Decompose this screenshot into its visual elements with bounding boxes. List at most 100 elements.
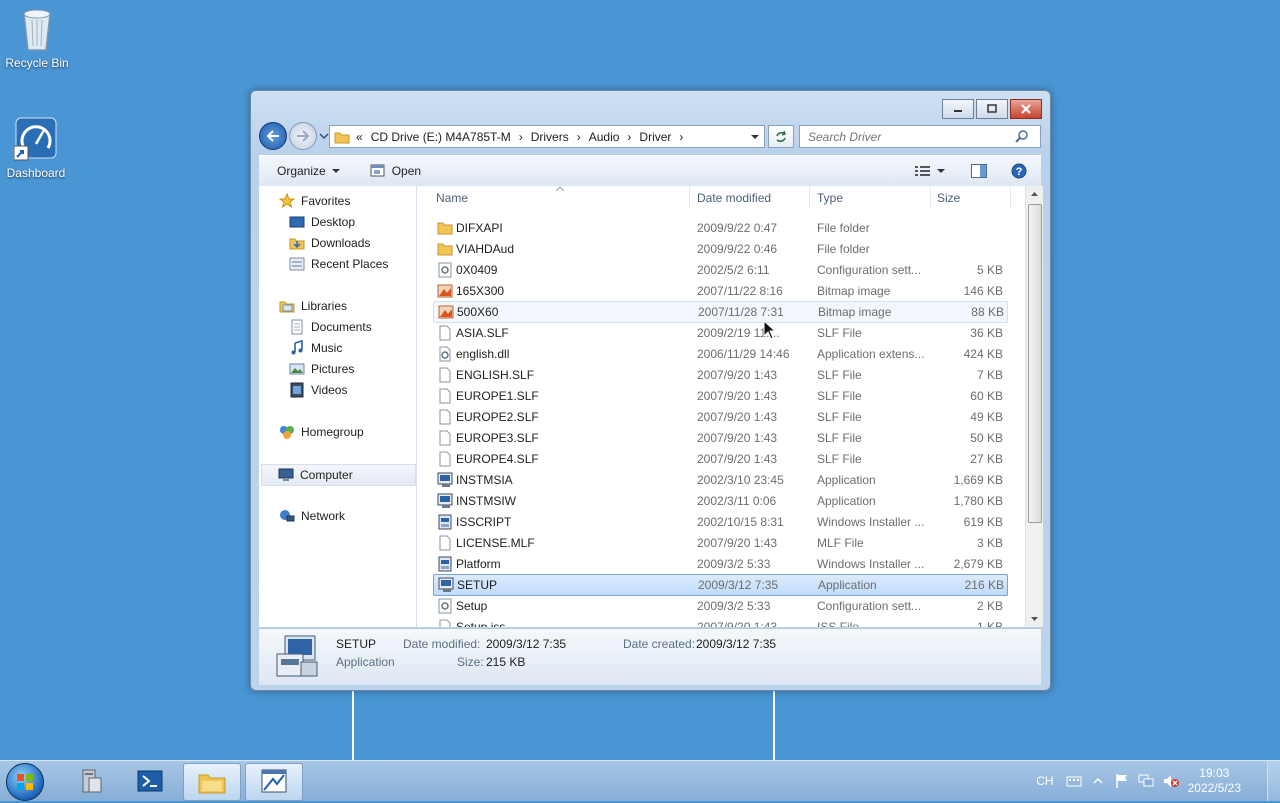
file-row[interactable]: ENGLISH.SLF 2007/9/20 1:43 SLF File 7 KB bbox=[433, 365, 1006, 385]
taskbar-setup-app[interactable] bbox=[245, 763, 303, 801]
search-input[interactable] bbox=[806, 128, 1015, 145]
explorer-window[interactable]: « CD Drive (E:) M4A785T-M › Drivers › Au… bbox=[250, 90, 1051, 691]
breadcrumb-separator[interactable]: › bbox=[679, 130, 683, 144]
clock[interactable]: 19:03 2022/5/23 bbox=[1188, 766, 1241, 796]
nav-item-desktop[interactable]: Desktop bbox=[289, 212, 355, 232]
back-button[interactable] bbox=[259, 122, 287, 150]
file-row[interactable]: Platform 2009/3/2 5:33 Windows Installer .… bbox=[433, 554, 1006, 574]
file-list[interactable]: Name Date modified Type Size DIFXAPI 2009… bbox=[417, 186, 1043, 627]
file-row[interactable]: INSTMSIW 2002/3/11 0:06 Application 1,780 K… bbox=[433, 491, 1006, 511]
navigation-pane: Favorites Desktop Downloads Recent Place… bbox=[259, 186, 417, 627]
file-date-modified: 2007/9/20 1:43 bbox=[697, 536, 778, 550]
taskbar-explorer[interactable] bbox=[183, 763, 241, 801]
show-desktop-button[interactable] bbox=[1267, 761, 1280, 801]
music-icon bbox=[291, 340, 303, 355]
action-center-flag-icon[interactable] bbox=[1114, 773, 1130, 789]
file-row[interactable]: DIFXAPI 2009/9/22 0:47 File folder bbox=[433, 218, 1006, 238]
nav-item-music[interactable]: Music bbox=[289, 338, 342, 358]
nav-item-downloads[interactable]: Downloads bbox=[289, 233, 370, 253]
nav-item-network[interactable]: Network bbox=[279, 506, 345, 526]
scroll-up-icon[interactable] bbox=[1026, 188, 1043, 200]
close-button[interactable] bbox=[1010, 99, 1042, 119]
breadcrumb-item[interactable]: Audio bbox=[589, 130, 620, 144]
folder-icon bbox=[334, 132, 350, 143]
column-separator[interactable] bbox=[809, 186, 810, 208]
column-header-date[interactable]: Date modified bbox=[697, 191, 771, 205]
file-row[interactable]: VIAHDAud 2009/9/22 0:46 File folder bbox=[433, 239, 1006, 259]
file-name: LICENSE.MLF bbox=[456, 536, 535, 550]
column-header-name[interactable]: Name bbox=[436, 191, 468, 205]
details-pane: SETUP Application Date modified: 2009/3/… bbox=[259, 628, 1041, 685]
nav-item-homegroup[interactable]: Homegroup bbox=[279, 422, 364, 442]
recent-pages-dropdown-icon[interactable] bbox=[319, 132, 329, 140]
file-row[interactable]: EUROPE2.SLF 2007/9/20 1:43 SLF File 49 KB bbox=[433, 407, 1006, 427]
column-separator[interactable] bbox=[689, 186, 690, 208]
file-row[interactable]: ISSCRIPT 2002/10/15 8:31 Windows Installer… bbox=[433, 512, 1006, 532]
dashboard-icon bbox=[13, 116, 58, 164]
organize-button[interactable]: Organize bbox=[277, 164, 340, 178]
change-view-button[interactable] bbox=[915, 165, 945, 177]
file-name: ISSCRIPT bbox=[456, 515, 512, 529]
maximize-button[interactable] bbox=[976, 99, 1008, 119]
file-row[interactable]: 500X60 2007/11/28 7:31 Bitmap image 88 KB bbox=[433, 301, 1008, 323]
file-type: Application bbox=[818, 578, 877, 592]
address-dropdown-icon[interactable] bbox=[750, 133, 760, 141]
column-separator[interactable] bbox=[1010, 186, 1011, 208]
file-row[interactable]: 165X300 2007/11/22 8:16 Bitmap image 146 KB bbox=[433, 281, 1006, 301]
breadcrumb-separator[interactable]: › bbox=[519, 130, 523, 144]
show-hidden-icons-icon[interactable] bbox=[1092, 776, 1104, 786]
vertical-scrollbar[interactable] bbox=[1025, 186, 1043, 627]
search-icon[interactable] bbox=[1015, 129, 1029, 144]
help-button[interactable]: ? bbox=[1011, 163, 1027, 179]
network-status-icon[interactable] bbox=[1138, 773, 1154, 789]
file-row[interactable]: EUROPE3.SLF 2007/9/20 1:43 SLF File 50 KB bbox=[433, 428, 1006, 448]
search-box[interactable] bbox=[799, 125, 1041, 148]
column-header-size[interactable]: Size bbox=[937, 191, 960, 205]
details-file-kind: Application bbox=[336, 655, 395, 669]
breadcrumb-overflow[interactable]: « bbox=[356, 130, 363, 144]
taskbar-powershell[interactable] bbox=[122, 763, 178, 799]
nav-item-computer[interactable]: Computer bbox=[261, 464, 416, 486]
refresh-button[interactable] bbox=[768, 125, 794, 148]
preview-pane-button[interactable] bbox=[971, 164, 987, 178]
pictures-icon bbox=[289, 363, 305, 375]
file-row[interactable]: ASIA.SLF 2009/2/19 11:... SLF File 36 KB bbox=[433, 323, 1006, 343]
desktop-icon-dashboard[interactable]: Dashboard bbox=[0, 116, 72, 180]
minimize-button[interactable] bbox=[942, 99, 974, 119]
breadcrumb-separator[interactable]: › bbox=[627, 130, 631, 144]
file-date-modified: 2007/9/20 1:43 bbox=[697, 410, 778, 424]
column-separator[interactable] bbox=[930, 186, 931, 208]
start-button[interactable] bbox=[6, 763, 44, 801]
nav-item-libraries[interactable]: Libraries bbox=[279, 296, 347, 316]
scrollbar-thumb[interactable] bbox=[1028, 204, 1042, 523]
desktop-icon-recycle-bin[interactable]: Recycle Bin bbox=[1, 6, 73, 70]
file-row[interactable]: Setup 2009/3/2 5:33 Configuration sett... 2… bbox=[433, 596, 1006, 616]
breadcrumb-item[interactable]: Drivers bbox=[531, 130, 569, 144]
nav-item-pictures[interactable]: Pictures bbox=[289, 359, 354, 379]
nav-item-videos[interactable]: Videos bbox=[289, 380, 347, 400]
breadcrumb-item[interactable]: Driver bbox=[639, 130, 671, 144]
keyboard-icon[interactable] bbox=[1066, 775, 1082, 787]
breadcrumb-item[interactable]: CD Drive (E:) M4A785T-M bbox=[371, 130, 511, 144]
file-row[interactable]: EUROPE4.SLF 2007/9/20 1:43 SLF File 27 KB bbox=[433, 449, 1006, 469]
file-row[interactable]: 0X0409 2002/5/2 6:11 Configuration sett...… bbox=[433, 260, 1006, 280]
nav-item-favorites[interactable]: Favorites bbox=[279, 191, 350, 211]
file-row[interactable]: Setup.iss 2007/9/20 1:43 ISS File 1 KB bbox=[433, 617, 1006, 627]
forward-button[interactable] bbox=[289, 122, 317, 150]
file-row[interactable]: EUROPE1.SLF 2007/9/20 1:43 SLF File 60 KB bbox=[433, 386, 1006, 406]
language-indicator[interactable]: CH bbox=[1036, 774, 1053, 788]
taskbar-server-manager[interactable] bbox=[62, 763, 118, 799]
scroll-down-icon[interactable] bbox=[1026, 613, 1043, 625]
address-bar[interactable]: « CD Drive (E:) M4A785T-M › Drivers › Au… bbox=[329, 125, 765, 148]
volume-muted-icon[interactable] bbox=[1162, 773, 1180, 789]
file-row[interactable]: LICENSE.MLF 2007/9/20 1:43 MLF File 3 KB bbox=[433, 533, 1006, 553]
open-button[interactable]: Open bbox=[370, 164, 421, 178]
maximize-icon bbox=[987, 104, 997, 113]
breadcrumb-separator[interactable]: › bbox=[577, 130, 581, 144]
file-row[interactable]: SETUP 2009/3/12 7:35 Application 216 KB bbox=[433, 574, 1008, 596]
file-row[interactable]: INSTMSIA 2002/3/10 23:45 Application 1,669 … bbox=[433, 470, 1006, 490]
column-header-type[interactable]: Type bbox=[817, 191, 843, 205]
file-row[interactable]: english.dll 2006/11/29 14:46 Application e… bbox=[433, 344, 1006, 364]
nav-item-documents[interactable]: Documents bbox=[289, 317, 372, 337]
nav-item-recent-places[interactable]: Recent Places bbox=[289, 254, 388, 274]
